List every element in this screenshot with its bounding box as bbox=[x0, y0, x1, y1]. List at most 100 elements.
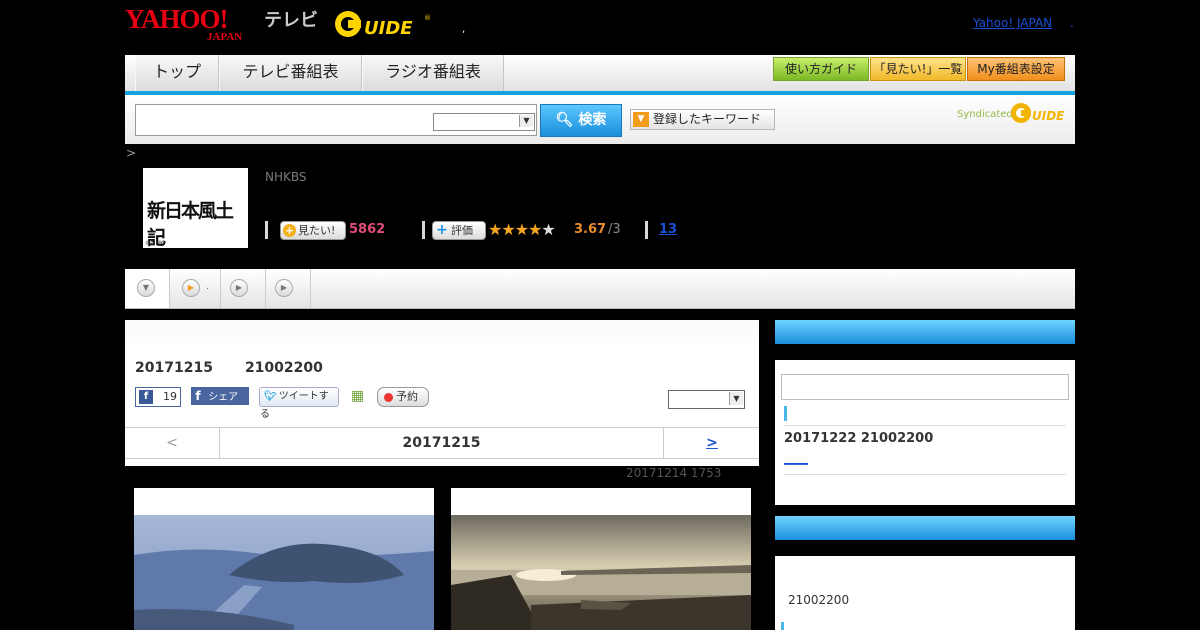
yahoo-japan-logo[interactable]: YAHOO! JAPAN bbox=[125, 4, 261, 42]
date-navigation: < 20171215 > bbox=[125, 427, 759, 459]
chevron-down-icon: ▼ bbox=[137, 279, 155, 297]
reserve-button[interactable]: 予約 bbox=[377, 387, 429, 407]
keyword-button-label: 登録したキーワード bbox=[653, 112, 762, 126]
related-time: 21002200 bbox=[788, 593, 850, 607]
tab-radio-listings[interactable]: ラジオ番組表 bbox=[362, 55, 504, 91]
next-broadcast-field[interactable] bbox=[781, 374, 1069, 400]
tab-tv-listings[interactable]: テレビ番組表 bbox=[219, 55, 362, 91]
search-category-select[interactable]: ▼ bbox=[433, 113, 535, 131]
yahoo-japan-link[interactable]: Yahoo! JAPAN bbox=[973, 16, 1052, 30]
twitter-bird-icon: 🐦︎ bbox=[264, 391, 277, 402]
rating-max: /3 bbox=[608, 222, 621, 237]
tab-episode-current[interactable]: ▼ bbox=[125, 269, 170, 308]
play-icon: ▶ bbox=[230, 279, 248, 297]
header-separator: , bbox=[462, 24, 466, 35]
episode-photo-1[interactable] bbox=[134, 488, 434, 630]
facebook-icon: f bbox=[139, 390, 153, 404]
star-filled-icon: ★ bbox=[501, 220, 515, 239]
divider bbox=[784, 425, 1066, 426]
episode-select[interactable]: ▼ bbox=[668, 390, 745, 409]
facebook-icon: f bbox=[195, 389, 201, 403]
svg-text:JAPAN: JAPAN bbox=[207, 31, 242, 42]
coast-aerial-image bbox=[134, 515, 434, 630]
next-broadcast-datetime: 20171222 21002200 bbox=[784, 431, 934, 446]
star-filled-icon: ★ bbox=[488, 220, 502, 239]
updated-timestamp: 20171214 1753 bbox=[626, 466, 722, 480]
mitai-count: 5862 bbox=[349, 222, 386, 237]
mitai-label: 見たい! bbox=[298, 224, 336, 237]
rating-value: 3.67 bbox=[574, 222, 607, 237]
search-icon: 🔍︎ bbox=[555, 112, 574, 128]
rate-label: 評価 bbox=[451, 224, 473, 237]
tv-label: テレビ bbox=[264, 10, 318, 31]
header-dot: . bbox=[1070, 16, 1074, 30]
facebook-like-button[interactable]: f 19 bbox=[135, 387, 181, 407]
current-date: 20171215 bbox=[402, 435, 481, 451]
my-listings-settings-button[interactable]: My番組表設定 bbox=[967, 57, 1065, 81]
search-button[interactable]: 🔍︎ 検索 bbox=[540, 104, 622, 137]
tab-episode-3[interactable]: ▶ bbox=[221, 269, 266, 308]
svg-text:UIDE: UIDE bbox=[1032, 109, 1065, 123]
channel-name: NHKBS bbox=[265, 170, 307, 184]
svg-text:YAHOO!: YAHOO! bbox=[125, 4, 228, 34]
mitai-button[interactable]: + 見たい! bbox=[280, 221, 346, 240]
tab-top[interactable]: トップ bbox=[135, 55, 219, 91]
breadcrumb[interactable]: > bbox=[126, 146, 136, 160]
harbor-sunset-image bbox=[451, 515, 751, 630]
star-filled-icon: ★ bbox=[528, 220, 542, 239]
play-icon: ▶ bbox=[275, 279, 293, 297]
global-nav: トップ テレビ番組表 ラジオ番組表 使い方ガイド 「見たい!」一覧 My番組表設… bbox=[125, 55, 1075, 95]
prev-date-button[interactable]: < bbox=[125, 428, 220, 458]
episode-tab-bar: ▼ ▶. ▶ ▶ bbox=[125, 269, 1075, 309]
svg-text:®: ® bbox=[424, 14, 431, 22]
mitai-list-button[interactable]: 「見たい!」一覧 bbox=[870, 57, 966, 81]
search-button-label: 検索 bbox=[578, 112, 607, 128]
box-header bbox=[775, 320, 1075, 344]
episode-date: 20171215 bbox=[135, 360, 213, 376]
guide-button[interactable]: 使い方ガイド bbox=[773, 57, 869, 81]
tab-label: . bbox=[206, 281, 210, 292]
episode-datetime: 20171215 21002200 bbox=[135, 360, 323, 376]
tweet-button[interactable]: 🐦︎ ツイートする bbox=[259, 387, 339, 420]
plus-icon: + bbox=[283, 224, 296, 237]
box-header bbox=[775, 516, 1075, 540]
reserve-label: 予約 bbox=[396, 390, 418, 403]
tab-episode-4[interactable]: ▶ bbox=[266, 269, 311, 308]
tab-episode-2[interactable]: ▶. bbox=[170, 269, 221, 308]
related-box: 21002200 bbox=[775, 516, 1075, 630]
rating-stars: ★★★★★ bbox=[488, 220, 556, 239]
review-count-link[interactable]: 13 bbox=[659, 222, 677, 237]
play-icon: ▶ bbox=[182, 279, 200, 297]
accent-bar bbox=[784, 406, 787, 421]
like-count: 19 bbox=[163, 390, 177, 403]
calendar-add-icon[interactable]: ▦ bbox=[351, 388, 367, 404]
next-date-link[interactable]: > bbox=[663, 428, 760, 458]
divider bbox=[422, 221, 425, 239]
gguide-logo[interactable]: UIDE ® bbox=[334, 8, 434, 40]
episode-panel: 20171215 21002200 f 19 f シェア 🐦︎ ツイートする ▦ 予約… bbox=[125, 320, 759, 466]
program-image: 新日本風土記 ©NHK bbox=[143, 168, 248, 249]
box-band bbox=[775, 540, 1075, 556]
dropdown-icon: ▼ bbox=[633, 112, 649, 127]
next-broadcast-box: 20171222 21002200 ____ bbox=[775, 320, 1075, 505]
registered-keywords-button[interactable]: ▼ 登録したキーワード bbox=[630, 109, 775, 130]
chevron-down-icon: ▼ bbox=[729, 392, 743, 405]
divider bbox=[645, 221, 648, 239]
star-empty-icon: ★ bbox=[541, 220, 555, 239]
share-label: シェア bbox=[208, 392, 239, 403]
chevron-down-icon: ▼ bbox=[519, 115, 533, 127]
box-band bbox=[775, 344, 1075, 360]
facebook-share-button[interactable]: f シェア bbox=[191, 387, 249, 405]
star-filled-icon: ★ bbox=[514, 220, 529, 239]
svg-text:UIDE: UIDE bbox=[364, 18, 413, 39]
episode-photo-2[interactable] bbox=[451, 488, 751, 630]
divider bbox=[265, 221, 268, 239]
episode-time: 21002200 bbox=[244, 360, 323, 376]
program-image-copyright: ©NHK bbox=[145, 240, 164, 247]
syndicated-label: Syndicated bbox=[957, 109, 1013, 120]
next-broadcast-link[interactable]: ____ bbox=[784, 451, 808, 465]
syndicated-gguide-logo: UIDE bbox=[1011, 103, 1065, 123]
rate-button[interactable]: + 評価 bbox=[432, 221, 486, 240]
search-bar: ▼ 🔍︎ 検索 ▼ 登録したキーワード Syndicated UIDE bbox=[125, 95, 1075, 144]
plus-icon: + bbox=[436, 222, 448, 238]
